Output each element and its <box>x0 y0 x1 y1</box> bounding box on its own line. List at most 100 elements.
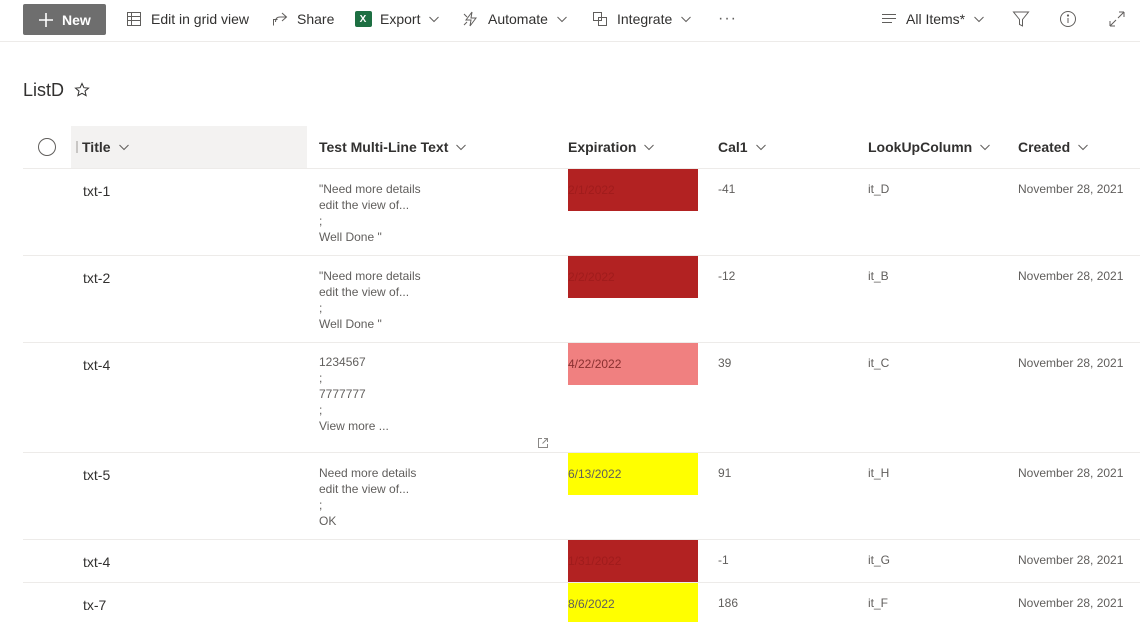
multiline-text-line: Need more details <box>319 466 417 480</box>
expiration-cell: 4/22/2022 <box>568 343 698 385</box>
edit-grid-view-label: Edit in grid view <box>151 11 250 27</box>
expiration-cell: 6/13/2022 <box>568 453 698 495</box>
info-icon[interactable] <box>1058 9 1078 29</box>
created-cell: November 28, 2021 <box>1018 356 1124 370</box>
cal1-cell: 186 <box>718 596 739 610</box>
multiline-text-line: OK <box>319 514 337 528</box>
automate-button[interactable]: Automate <box>462 0 568 38</box>
plus-icon <box>38 12 54 28</box>
export-button[interactable]: X Export <box>354 0 440 38</box>
expiration-cell: 2/1/2022 <box>568 169 698 211</box>
column-resize-grip[interactable] <box>76 141 78 153</box>
created-cell: November 28, 2021 <box>1018 553 1124 567</box>
column-header-created[interactable]: Created <box>1018 126 1089 168</box>
command-bar: New Edit in grid view Share X Export Aut… <box>0 0 1140 42</box>
row-title[interactable]: txt-4 <box>83 554 110 570</box>
cal1-cell: -41 <box>718 182 736 196</box>
expiration-cell: 1/31/2022 <box>568 540 698 582</box>
share-button[interactable]: Share <box>271 0 334 38</box>
cal1-cell: -12 <box>718 269 736 283</box>
created-cell: November 28, 2021 <box>1018 466 1124 480</box>
excel-icon: X <box>354 10 372 28</box>
view-more-link[interactable]: View more ... <box>319 418 389 434</box>
column-header-label: Created <box>1018 139 1071 155</box>
multiline-text-line: ; <box>319 301 323 315</box>
chevron-down-icon <box>643 141 655 153</box>
multiline-text-line: Well Done " <box>319 230 382 244</box>
multiline-text-line: edit the view of... <box>319 285 410 299</box>
row-title[interactable]: txt-4 <box>83 357 110 373</box>
created-cell: November 28, 2021 <box>1018 596 1124 610</box>
multiline-text-line: 7777777 <box>319 387 366 401</box>
lookup-cell: it_D <box>868 182 890 196</box>
column-header-label: Cal1 <box>718 139 748 155</box>
table-row[interactable]: txt-4 1/31/2022 -1 it_G November 28, 202… <box>23 540 1140 583</box>
automate-icon <box>462 10 480 28</box>
column-header-label: Test Multi-Line Text <box>319 139 449 155</box>
multiline-text-line: ; <box>319 371 323 385</box>
view-selector-label: All Items* <box>906 11 966 27</box>
multiline-text-cell: "Need more details edit the view of... ;… <box>319 268 421 332</box>
lookup-cell: it_H <box>868 466 890 480</box>
export-label: Export <box>380 11 421 27</box>
chevron-down-icon <box>455 141 467 153</box>
chevron-down-icon <box>755 141 767 153</box>
table-row[interactable]: tx-7 8/6/2022 186 it_F November 28, 2021 <box>23 583 1140 622</box>
chevron-down-icon <box>973 13 985 25</box>
new-button[interactable]: New <box>23 4 106 35</box>
lookup-cell: it_F <box>868 596 889 610</box>
open-in-new-icon[interactable] <box>537 436 549 448</box>
column-header-title[interactable]: Title <box>71 126 307 168</box>
list-view-icon <box>880 10 898 28</box>
chevron-down-icon <box>1077 141 1089 153</box>
multiline-text-line: 1234567 <box>319 355 366 369</box>
select-all-checkbox[interactable] <box>38 138 56 156</box>
chevron-down-icon <box>428 13 440 25</box>
column-header-lookup[interactable]: LookUpColumn <box>868 126 991 168</box>
grid-icon <box>125 10 143 28</box>
multiline-text-line: ; <box>319 498 323 512</box>
column-header-multiline[interactable]: Test Multi-Line Text <box>319 126 467 168</box>
chevron-down-icon <box>680 13 692 25</box>
created-cell: November 28, 2021 <box>1018 182 1124 196</box>
table-row[interactable]: txt-4 1234567 ; 7777777 ; View more ... … <box>23 343 1140 453</box>
table-row[interactable]: txt-5 Need more details edit the view of… <box>23 453 1140 540</box>
automate-label: Automate <box>488 11 548 27</box>
lookup-cell: it_C <box>868 356 890 370</box>
page-title: ListD <box>23 80 65 100</box>
lookup-cell: it_G <box>868 553 891 567</box>
row-title[interactable]: tx-7 <box>83 597 106 613</box>
integrate-icon <box>591 10 609 28</box>
share-label: Share <box>297 11 335 27</box>
table-row[interactable]: txt-1 "Need more details edit the view o… <box>23 169 1140 256</box>
new-button-label: New <box>62 11 91 28</box>
multiline-text-line: edit the view of... <box>319 198 410 212</box>
chevron-down-icon <box>118 141 130 153</box>
table-row[interactable]: txt-2 "Need more details edit the view o… <box>23 256 1140 343</box>
column-header-cal1[interactable]: Cal1 <box>718 126 767 168</box>
row-title[interactable]: txt-2 <box>83 270 110 286</box>
row-title[interactable]: txt-1 <box>83 183 110 199</box>
chevron-down-icon <box>979 141 991 153</box>
multiline-text-line: edit the view of... <box>319 482 410 496</box>
filter-icon[interactable] <box>1011 9 1031 29</box>
created-cell: November 28, 2021 <box>1018 269 1124 283</box>
multiline-text-cell: Need more details edit the view of... ; … <box>319 465 416 529</box>
integrate-label: Integrate <box>617 11 673 27</box>
star-icon[interactable] <box>74 82 90 98</box>
expand-icon[interactable] <box>1107 9 1127 29</box>
column-header-expiration[interactable]: Expiration <box>568 126 655 168</box>
list-header: Title Test Multi-Line Text Expiration Ca… <box>23 126 1140 169</box>
row-title[interactable]: txt-5 <box>83 467 110 483</box>
edit-grid-view-button[interactable]: Edit in grid view <box>125 0 249 38</box>
share-icon <box>271 10 289 28</box>
cal1-cell: 39 <box>718 356 732 370</box>
integrate-button[interactable]: Integrate <box>591 0 692 38</box>
view-selector[interactable]: All Items* <box>880 0 985 38</box>
multiline-text-line: ; <box>319 403 323 417</box>
cal1-cell: 91 <box>718 466 732 480</box>
multiline-text-line: ; <box>319 214 323 228</box>
multiline-text-cell: "Need more details edit the view of... ;… <box>319 181 421 245</box>
column-header-label: Expiration <box>568 139 637 155</box>
more-options-button[interactable]: ··· <box>718 0 737 38</box>
